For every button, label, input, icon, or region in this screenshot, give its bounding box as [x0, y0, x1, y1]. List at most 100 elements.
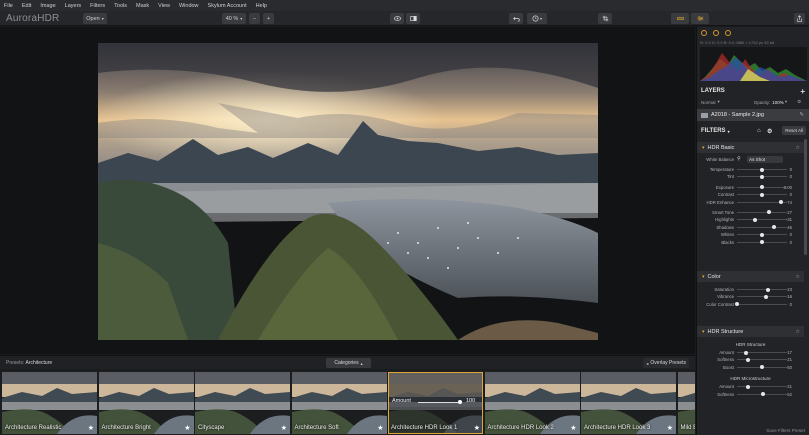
main-photo[interactable]	[98, 43, 598, 340]
reset-all-button[interactable]: Reset All	[782, 126, 806, 135]
add-layer-icon[interactable]: +	[800, 87, 805, 96]
slider-knob[interactable]	[743, 350, 748, 355]
slider-track[interactable]	[737, 211, 787, 213]
layers-tab-icon[interactable]	[713, 30, 719, 36]
hdr-structure-header[interactable]: ▾ HDR Structure ☆	[697, 326, 804, 337]
white-balance-select[interactable]: As Shot	[747, 156, 783, 163]
slider-knob[interactable]	[761, 392, 765, 397]
preview-button[interactable]	[390, 13, 404, 24]
slider-knob[interactable]	[766, 287, 770, 292]
eyedropper-icon[interactable]: ⚲	[737, 156, 741, 162]
menu-file[interactable]: File	[4, 3, 13, 9]
history-button[interactable]: ▾	[527, 13, 547, 24]
menu-layers[interactable]: Layers	[65, 3, 82, 9]
menu-image[interactable]: Image	[40, 3, 55, 9]
star-icon[interactable]: ☆	[796, 274, 800, 280]
preset-thumbnail[interactable]: Architecture Soft ★	[291, 372, 387, 434]
star-icon[interactable]: ★	[570, 424, 576, 432]
slider-track[interactable]	[737, 219, 787, 221]
preset-thumbnail[interactable]: Cityscape ★	[195, 372, 290, 434]
presets-toggle-button[interactable]	[671, 13, 689, 24]
info-tab-icon[interactable]	[725, 30, 731, 36]
hdr-basic-header[interactable]: ▾ HDR Basic ☆	[697, 142, 804, 153]
filters-toggle-button[interactable]	[691, 13, 709, 24]
preset-thumbnail[interactable]: Mild Exp★	[677, 372, 695, 434]
image-canvas[interactable]	[0, 27, 695, 354]
preset-name: Architecture Realistic	[5, 425, 62, 431]
slider-knob[interactable]	[760, 240, 764, 245]
slider-track[interactable]	[737, 386, 787, 388]
slider-knob[interactable]	[735, 302, 739, 307]
color-header[interactable]: ▾ Color ☆	[697, 271, 804, 282]
blend-mode-select[interactable]: Normal	[701, 100, 716, 105]
slider-knob[interactable]	[760, 365, 764, 370]
slider-knob[interactable]	[760, 192, 764, 197]
preset-thumbnail[interactable]: Architecture HDR Look 3 ★	[581, 372, 676, 434]
zoom-in-button[interactable]: +	[263, 13, 274, 24]
slider-label: Saturation	[714, 287, 734, 292]
slider-label: Boost	[723, 364, 734, 370]
slider-knob[interactable]	[766, 210, 771, 215]
amount-slider-knob[interactable]	[458, 400, 462, 404]
star-icon[interactable]: ★	[88, 424, 94, 432]
star-icon[interactable]: ☆	[796, 329, 800, 335]
menu-view[interactable]: View	[158, 3, 170, 9]
filters-scrollbar[interactable]	[804, 139, 807, 255]
slider-track[interactable]	[737, 296, 787, 298]
mask-icon[interactable]: ⌂	[757, 128, 761, 134]
crop-button[interactable]	[598, 13, 612, 24]
menu-mask[interactable]: Mask	[136, 3, 149, 9]
amount-slider-track[interactable]	[418, 402, 462, 403]
slider-knob[interactable]	[760, 174, 764, 179]
histogram-tab-icon[interactable]	[701, 30, 707, 36]
slider-track[interactable]	[737, 226, 787, 228]
star-icon[interactable]: ★	[184, 424, 190, 432]
slider-knob[interactable]	[764, 294, 768, 299]
save-filters-preset-button[interactable]: Save Filters Preset	[766, 428, 805, 433]
overlay-presets-button[interactable]: ◂ Overlay Presets	[643, 358, 689, 368]
slider-knob[interactable]	[760, 185, 764, 190]
share-button[interactable]	[794, 13, 805, 24]
slider-track[interactable]	[737, 359, 787, 361]
slider-knob[interactable]	[745, 384, 750, 389]
slider-knob[interactable]	[760, 232, 764, 237]
menu-edit[interactable]: Edit	[22, 3, 31, 9]
opacity-value[interactable]: 100%	[772, 100, 784, 105]
gear-icon[interactable]: ⚙	[767, 128, 772, 135]
star-icon[interactable]: ★	[474, 424, 480, 432]
categories-button[interactable]: Categories ▴	[326, 358, 371, 368]
menu-skylum-account[interactable]: Skylum Account	[208, 3, 247, 9]
slider-value: 23	[787, 287, 792, 292]
slider-knob[interactable]	[752, 217, 757, 222]
compare-button[interactable]	[406, 13, 420, 24]
preset-thumbnail[interactable]: Architecture Realistic ★	[2, 372, 97, 434]
layer-settings-icon[interactable]: ⚙	[797, 99, 801, 105]
menu-tools[interactable]: Tools	[114, 3, 127, 9]
slider-row: Color Contrast 0	[697, 301, 804, 308]
preset-thumbnail[interactable]: Architecture Bright ★	[98, 372, 194, 434]
slider-track[interactable]	[737, 303, 787, 305]
slider-knob[interactable]	[745, 357, 750, 362]
star-icon[interactable]: ★	[667, 424, 673, 432]
zoom-dropdown[interactable]: 40 % ▾	[222, 13, 246, 24]
slider-track[interactable]	[737, 289, 787, 290]
slider-value: 0.00	[783, 184, 792, 190]
slider-knob[interactable]	[760, 167, 764, 172]
menu-help[interactable]: Help	[256, 3, 267, 9]
slider-knob[interactable]	[778, 200, 783, 205]
star-icon[interactable]: ★	[281, 424, 287, 432]
star-icon[interactable]: ★	[377, 424, 383, 432]
undo-button[interactable]	[509, 13, 523, 24]
preset-thumbnail[interactable]: Architecture HDR Look 2 ★	[484, 372, 580, 434]
menu-window[interactable]: Window	[179, 3, 199, 9]
zoom-out-button[interactable]: −	[249, 13, 260, 24]
slider-row: Amount 17	[697, 349, 804, 356]
preset-name: Cityscape	[198, 425, 225, 431]
layer-item[interactable]: A2018 - Sample 2.jpg ✎	[697, 109, 809, 121]
brush-icon[interactable]: ✎	[799, 112, 804, 118]
menu-filters[interactable]: Filters	[90, 3, 105, 9]
slider-knob[interactable]	[771, 225, 776, 230]
open-button[interactable]: Open ▾	[83, 13, 107, 24]
star-icon[interactable]: ☆	[796, 145, 800, 151]
preset-thumbnail[interactable]: Architecture HDR Look 1 ★ Amount 100	[388, 372, 483, 434]
